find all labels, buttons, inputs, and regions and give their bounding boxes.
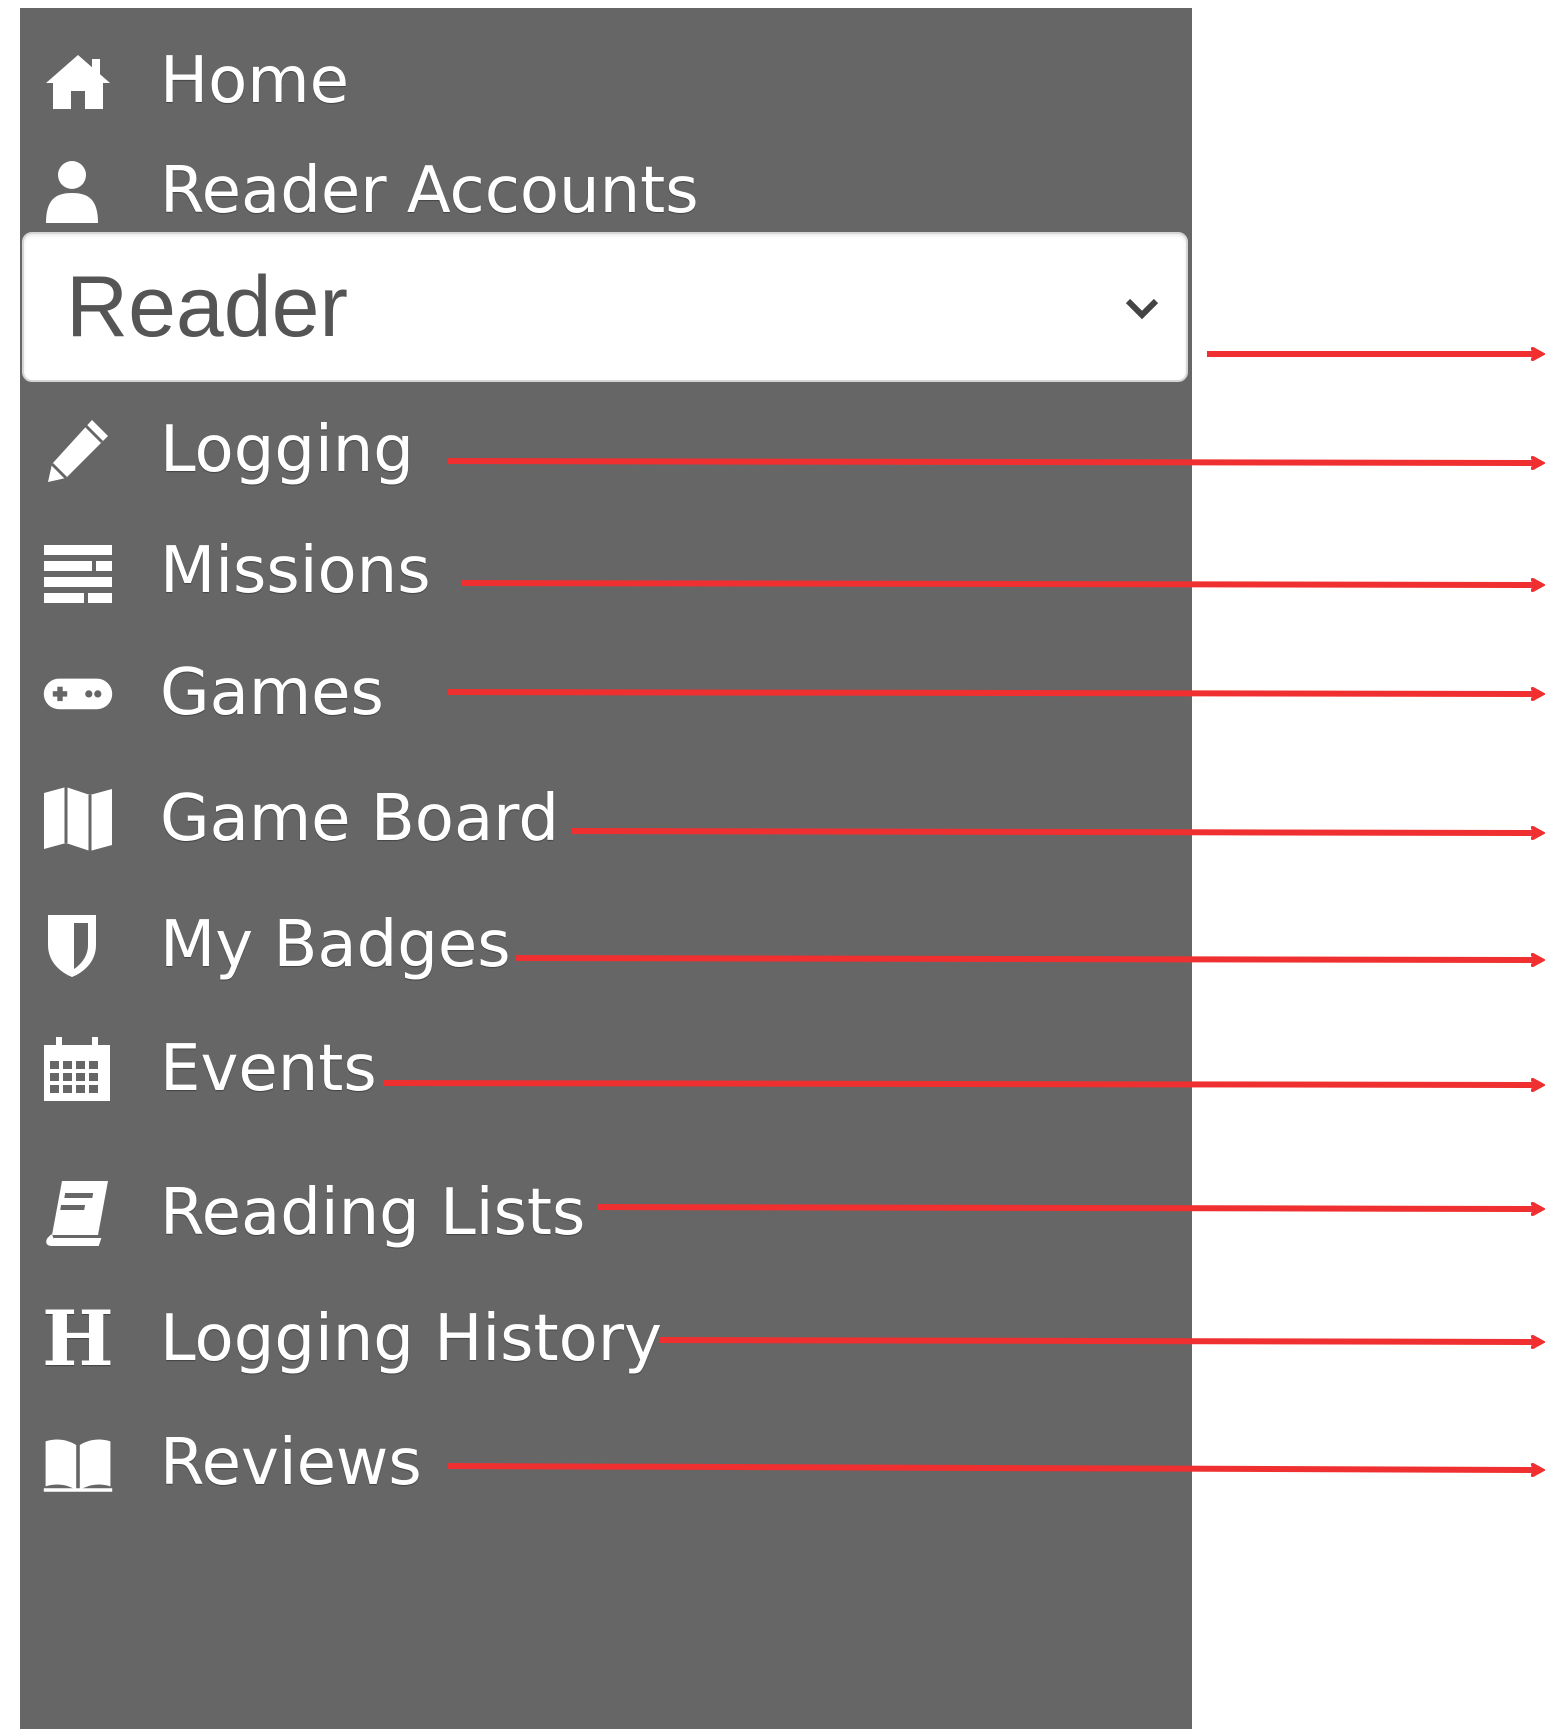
sidebar-item-games[interactable]: Games (42, 648, 1142, 738)
sidebar-item-home[interactable]: Home (42, 36, 1142, 126)
sidebar-item-label: Missions (160, 534, 431, 608)
home-icon (42, 41, 138, 121)
sidebar-item-label: Home (160, 44, 349, 118)
shield-icon (42, 905, 138, 985)
reader-dropdown-value: Reader (66, 258, 349, 355)
user-icon (42, 151, 138, 231)
sidebar-item-missions[interactable]: Missions (42, 526, 1142, 616)
sidebar-item-label: Events (160, 1032, 377, 1106)
reader-dropdown[interactable]: Reader (22, 232, 1188, 382)
sidebar-item-reviews[interactable]: Reviews (42, 1418, 1142, 1508)
sidebar-item-my-badges[interactable]: My Badges (42, 900, 1142, 990)
history-h-icon: H (42, 1294, 114, 1383)
sidebar-item-label: Logging History (160, 1302, 662, 1376)
sidebar-item-label: Reading Lists (160, 1176, 586, 1250)
gamepad-icon (42, 653, 138, 733)
sidebar-item-logging-history[interactable]: H Logging History (42, 1294, 1142, 1384)
sidebar-item-label: Reviews (160, 1426, 422, 1500)
sidebar-item-label: Logging (160, 413, 414, 487)
sidebar-item-logging[interactable]: Logging (42, 405, 1142, 495)
chevron-down-icon (1125, 298, 1159, 320)
sidebar-item-label: Game Board (160, 782, 559, 856)
sidebar-item-events[interactable]: Events (42, 1024, 1142, 1114)
pencil-icon (42, 410, 138, 490)
list-icon (42, 531, 138, 611)
open-book-icon (42, 1423, 138, 1503)
sidebar-item-label: Reader Accounts (160, 154, 699, 228)
sidebar-item-game-board[interactable]: Game Board (42, 774, 1142, 864)
sidebar-item-label: My Badges (160, 908, 511, 982)
sidebar-item-reader-accounts[interactable]: Reader Accounts (42, 146, 1142, 236)
sidebar-item-label: Games (160, 656, 384, 730)
book-icon (42, 1173, 138, 1253)
map-icon (42, 779, 138, 859)
sidebar-item-reading-lists[interactable]: Reading Lists (42, 1168, 1142, 1258)
calendar-icon (42, 1029, 138, 1109)
